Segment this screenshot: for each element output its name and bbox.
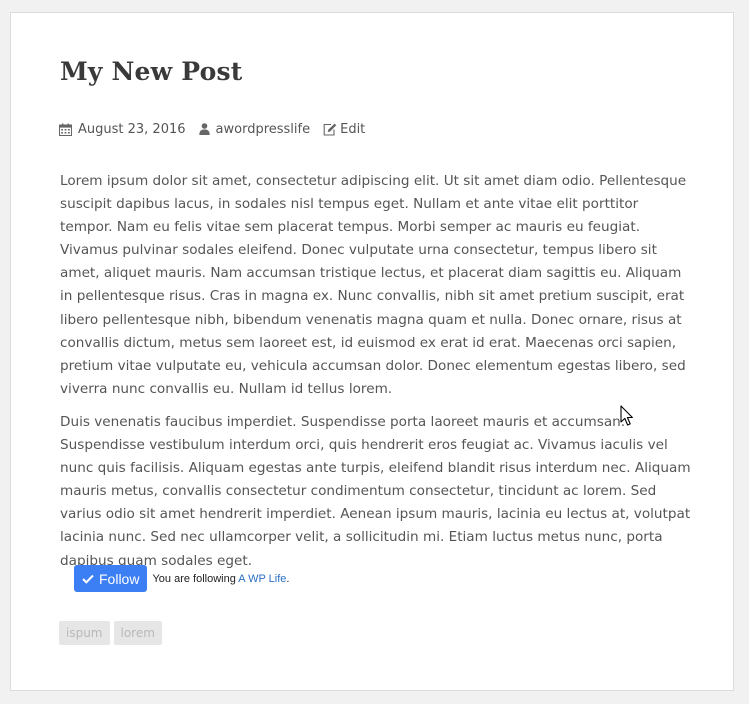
post-author-text: awordpresslife — [215, 121, 311, 137]
post-edit-text: Edit — [340, 121, 366, 137]
post-edit-link[interactable]: Edit — [323, 122, 365, 137]
post-author[interactable]: awordpresslife — [198, 121, 311, 137]
post-date-text: August 23, 2016 — [78, 121, 186, 137]
follow-button[interactable]: Follow — [74, 565, 148, 592]
post-meta: August 23, 2016 awordpresslife Edit — [59, 120, 378, 138]
follow-button-label: Follow — [99, 570, 140, 587]
post-content: Lorem ipsum dolor sit amet, consectetur … — [60, 170, 692, 583]
post-title: My New Post — [60, 57, 243, 86]
post-date[interactable]: August 23, 2016 — [59, 122, 186, 137]
edit-icon — [323, 123, 337, 136]
follow-widget: Follow You are following A WP Life. — [74, 565, 289, 592]
post-paragraph: Duis venenatis faucibus imperdiet. Suspe… — [60, 413, 691, 569]
post-paragraph: Lorem ipsum dolor sit amet, consectetur … — [60, 173, 687, 397]
tag-ispum[interactable]: ispum — [59, 621, 110, 645]
follow-status-text: You are following — [152, 572, 239, 585]
follow-status: You are following A WP Life. — [152, 573, 289, 585]
follow-status-suffix: . — [286, 572, 290, 585]
tag-lorem[interactable]: lorem — [113, 621, 162, 645]
checkmark-icon — [82, 574, 94, 584]
mouse-pointer-icon — [620, 405, 633, 426]
user-icon — [198, 123, 210, 135]
post-card: My New Post August 23, 2016 awordpressli… — [10, 12, 734, 691]
calendar-icon — [59, 123, 72, 136]
post-tags: ispum lorem — [59, 621, 166, 645]
followed-site-link[interactable]: A WP Life — [238, 573, 286, 585]
